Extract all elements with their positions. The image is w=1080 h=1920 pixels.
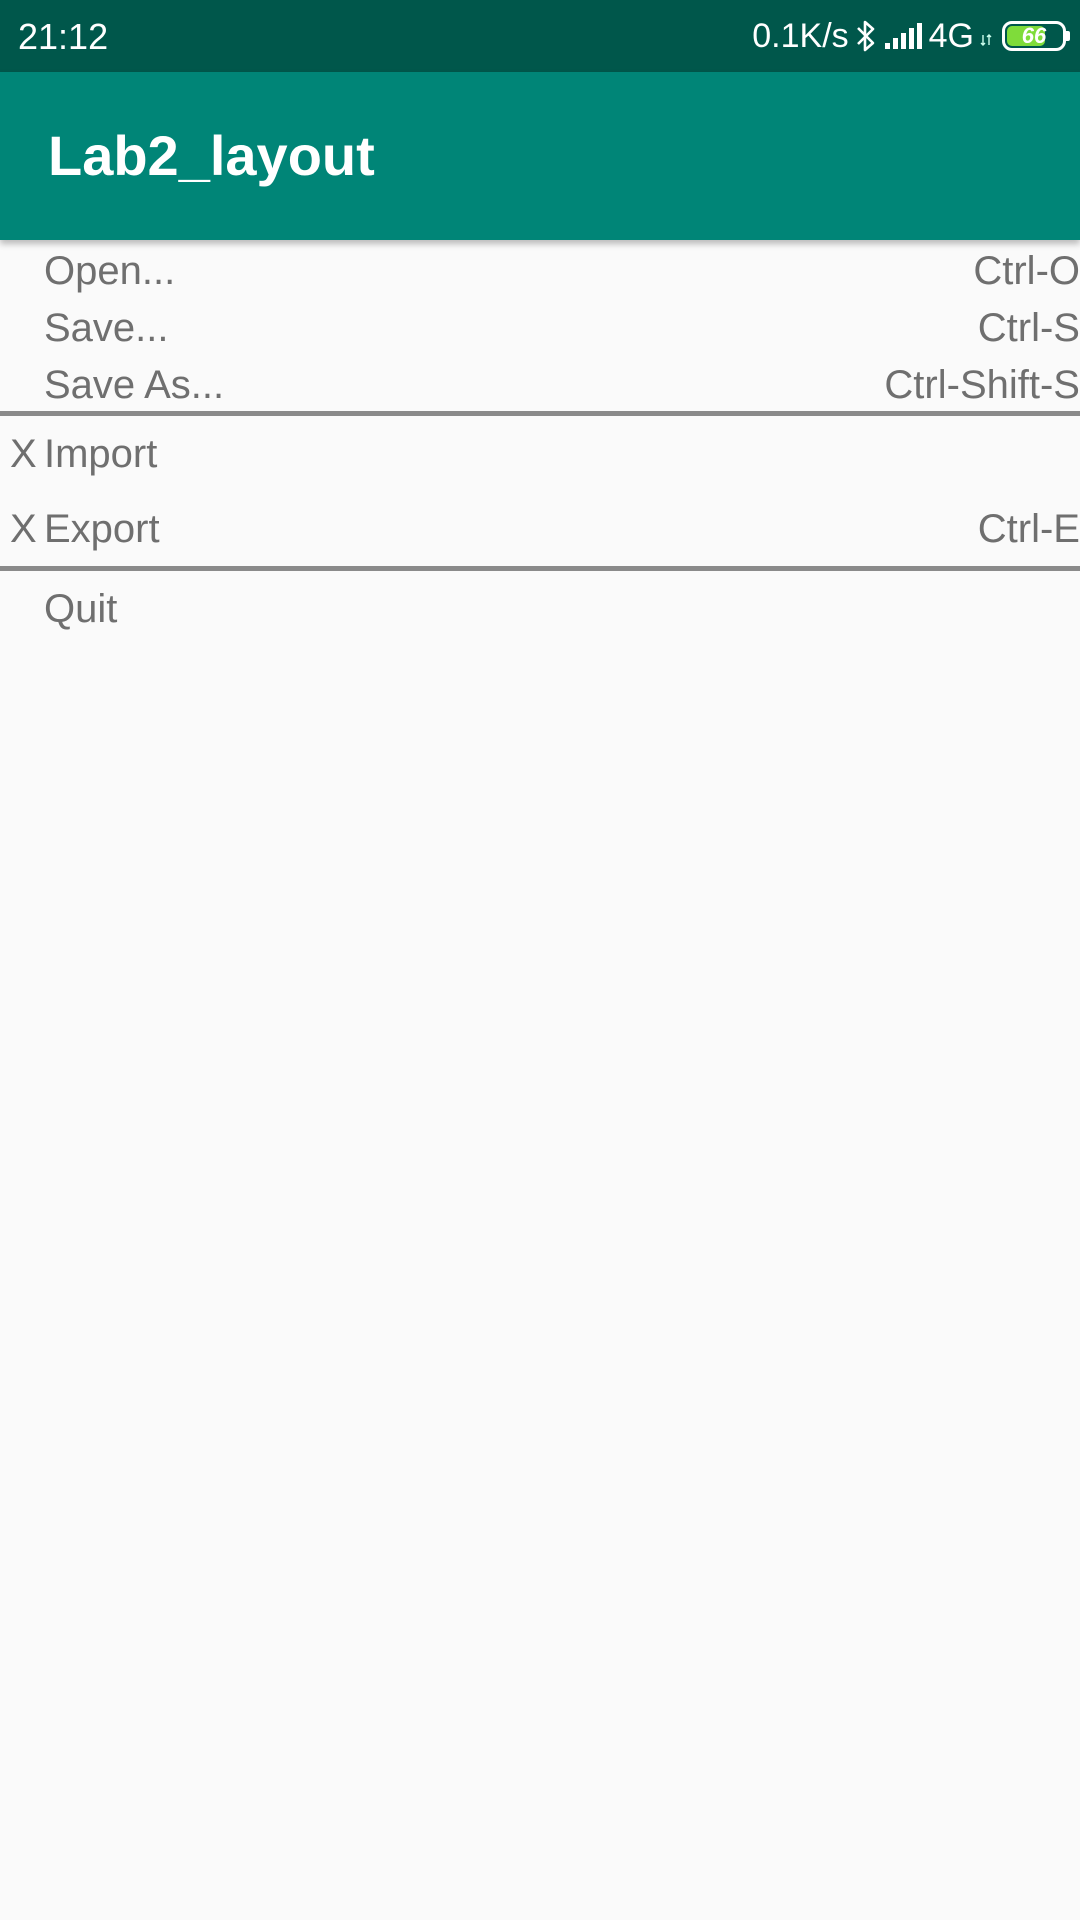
menu-item-open[interactable]: Open... Ctrl-O <box>0 240 1080 297</box>
battery-cap <box>1066 31 1070 41</box>
status-time: 21:12 <box>18 16 109 57</box>
menu-item-check: X <box>10 432 37 476</box>
status-icons: 0.1K/s 4G 66 <box>752 0 1070 72</box>
battery-level: 66 <box>1021 23 1047 48</box>
menu-item-shortcut: Ctrl-S <box>977 306 1080 350</box>
menu-item-label: Import <box>44 432 158 476</box>
menu-item-label: Open... <box>44 249 176 293</box>
menu-item-save-as[interactable]: Save As... Ctrl-Shift-S <box>0 354 1080 411</box>
menu-item-import[interactable]: X Import <box>0 416 1080 491</box>
menu-item-export[interactable]: X Export Ctrl-E <box>0 491 1080 566</box>
data-arrows-icon <box>980 25 992 47</box>
menu-item-label: Save As... <box>44 363 225 407</box>
signal-icon <box>883 21 923 51</box>
menu-item-shortcut: Ctrl-Shift-S <box>884 363 1080 407</box>
menu-item-shortcut: Ctrl-E <box>977 507 1080 551</box>
menu-item-label: Quit <box>44 587 118 631</box>
app-title: Lab2_layout <box>48 124 375 187</box>
app-bar: Lab2_layout <box>0 72 1080 240</box>
status-bar: 21:12 0.1K/s 4G 66 <box>0 0 1080 72</box>
network-type: 4G <box>928 16 974 55</box>
menu-item-shortcut: Ctrl-O <box>973 249 1080 293</box>
menu-item-label: Save... <box>44 306 169 350</box>
net-speed: 0.1K/s <box>752 16 849 55</box>
menu-item-check: X <box>10 507 37 551</box>
menu-item-quit[interactable]: Quit <box>0 571 1080 646</box>
bluetooth-icon <box>855 19 877 53</box>
menu-item-label: Export <box>44 507 160 551</box>
menu-item-save[interactable]: Save... Ctrl-S <box>0 297 1080 354</box>
battery-icon: 66 <box>1002 21 1070 51</box>
menu-list: Open... Ctrl-O Save... Ctrl-S Save As...… <box>0 240 1080 646</box>
